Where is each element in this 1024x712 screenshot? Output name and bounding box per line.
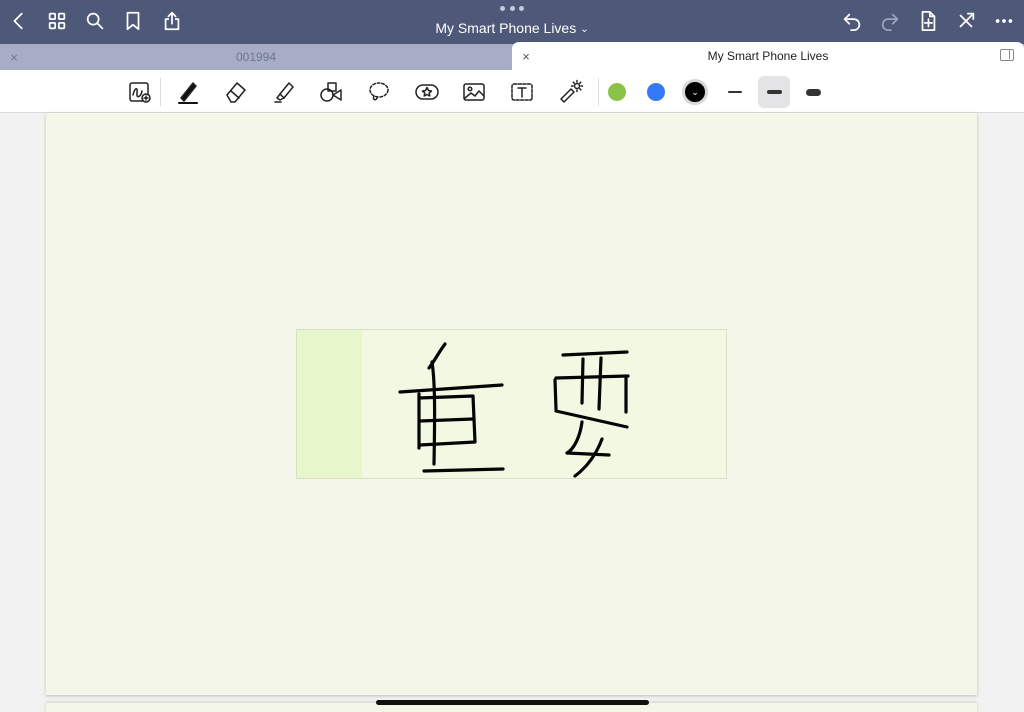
zoom-window-icon[interactable]: [124, 76, 156, 108]
tab-001994[interactable]: × 001994: [0, 44, 512, 70]
eraser-icon[interactable]: [220, 76, 252, 108]
tab-label: My Smart Phone Lives: [707, 49, 829, 63]
multitasking-grabber[interactable]: [500, 6, 524, 12]
split-view-icon[interactable]: [1000, 49, 1014, 61]
elements-sticker-icon[interactable]: [411, 76, 443, 108]
chevron-down-icon: ⌄: [580, 24, 589, 35]
sticky-note[interactable]: [296, 329, 727, 479]
close-pen-icon[interactable]: [953, 8, 979, 34]
stroke-medium[interactable]: [758, 76, 790, 108]
chevron-down-icon: ⌄: [691, 86, 699, 97]
stroke-thin[interactable]: [719, 76, 751, 108]
document-tabs: × 001994 × My Smart Phone Lives: [0, 42, 1024, 70]
image-icon[interactable]: [458, 76, 490, 108]
back-chevron-icon[interactable]: [6, 8, 32, 34]
pen-toolbar: ⌄: [0, 70, 1024, 113]
stroke-thick[interactable]: [797, 76, 829, 108]
tab-close-icon[interactable]: ×: [8, 50, 20, 65]
document-title-menu[interactable]: My Smart Phone Lives ⌄: [420, 20, 604, 36]
tab-label: 001994: [235, 50, 277, 64]
top-navigation-bar: My Smart Phone Lives ⌄: [0, 0, 1024, 44]
note-page[interactable]: [46, 113, 977, 695]
text-box-icon[interactable]: [506, 76, 538, 108]
pen-icon[interactable]: [172, 76, 204, 108]
tab-close-icon[interactable]: ×: [520, 49, 532, 64]
search-icon[interactable]: [82, 8, 108, 34]
color-swatch-green[interactable]: [608, 83, 626, 101]
document-title: My Smart Phone Lives: [435, 20, 577, 36]
more-icon[interactable]: [991, 8, 1017, 34]
lasso-icon[interactable]: [363, 76, 395, 108]
toolbar-divider: [598, 78, 599, 106]
color-swatch-blue[interactable]: [647, 83, 665, 101]
redo-icon[interactable]: [877, 8, 903, 34]
share-icon[interactable]: [159, 8, 185, 34]
home-indicator[interactable]: [376, 700, 649, 705]
shapes-icon[interactable]: [315, 76, 347, 108]
highlighter-icon[interactable]: [268, 76, 300, 108]
tab-my-smart-phone-lives[interactable]: × My Smart Phone Lives: [512, 42, 1024, 70]
thumbnails-grid-icon[interactable]: [44, 8, 70, 34]
undo-icon[interactable]: [839, 8, 865, 34]
add-page-icon[interactable]: [915, 8, 941, 34]
laser-pointer-icon[interactable]: [555, 76, 587, 108]
bookmark-icon[interactable]: [120, 8, 146, 34]
handwriting-juuyou: [398, 342, 630, 478]
note-canvas[interactable]: [0, 113, 1024, 712]
toolbar-divider: [160, 78, 161, 106]
color-swatch-black-selected[interactable]: ⌄: [682, 79, 708, 105]
